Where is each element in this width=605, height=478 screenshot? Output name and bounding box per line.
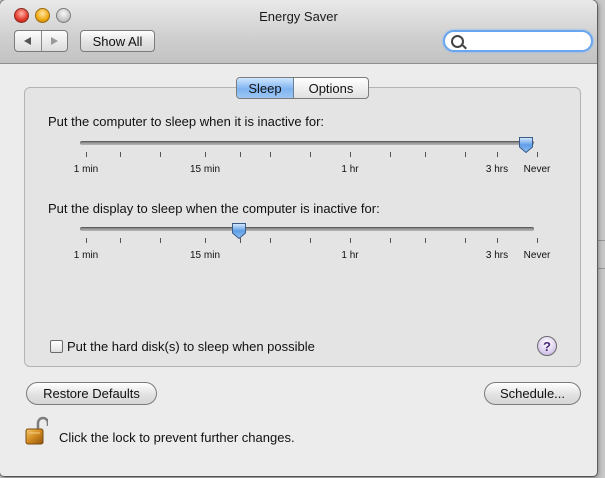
- computer-sleep-tick: [120, 152, 121, 157]
- restore-defaults-button[interactable]: Restore Defaults: [26, 382, 157, 405]
- tab-sleep-label: Sleep: [248, 80, 282, 96]
- padlock-open-icon[interactable]: [24, 416, 50, 446]
- tab-options[interactable]: Options: [294, 78, 368, 98]
- display-sleep-tick: [537, 238, 538, 243]
- computer-sleep-tick-label: 15 min: [189, 164, 221, 175]
- background-window-divider: [597, 240, 605, 241]
- triangle-right-icon: [51, 37, 59, 45]
- computer-sleep-tick: [205, 152, 206, 157]
- display-sleep-tick: [350, 238, 351, 243]
- search-field[interactable]: [443, 30, 593, 52]
- computer-sleep-label: Put the computer to sleep when it is ina…: [48, 114, 325, 129]
- display-sleep-slider-track[interactable]: [80, 227, 534, 231]
- display-sleep-slider-thumb[interactable]: [231, 222, 247, 240]
- computer-sleep-tick: [390, 152, 391, 157]
- computer-sleep-tick: [160, 152, 161, 157]
- search-icon: [451, 35, 464, 48]
- energy-saver-window: Energy Saver Show All Sleep Options Put …: [0, 0, 597, 476]
- computer-sleep-tick: [350, 152, 351, 157]
- lock-message: Click the lock to prevent further change…: [59, 430, 295, 445]
- help-button[interactable]: ?: [537, 336, 557, 356]
- display-sleep-tick-label: 1 hr: [341, 250, 359, 261]
- triangle-left-icon: [23, 37, 31, 45]
- computer-sleep-tick-label: Never: [523, 164, 551, 175]
- computer-sleep-tick: [497, 152, 498, 157]
- display-sleep-label: Put the display to sleep when the comput…: [48, 201, 380, 216]
- tab-control: Sleep Options: [236, 77, 369, 99]
- computer-sleep-tick: [310, 152, 311, 157]
- display-sleep-tick: [425, 238, 426, 243]
- computer-sleep-tick: [537, 152, 538, 157]
- computer-sleep-tick: [86, 152, 87, 157]
- forward-button[interactable]: [40, 31, 68, 51]
- computer-sleep-slider-thumb[interactable]: [518, 136, 534, 154]
- background-window-divider: [597, 268, 605, 269]
- display-sleep-tick: [86, 238, 87, 243]
- display-sleep-tick: [160, 238, 161, 243]
- display-sleep-tick: [120, 238, 121, 243]
- display-sleep-tick: [310, 238, 311, 243]
- schedule-label: Schedule...: [499, 386, 566, 401]
- restore-defaults-label: Restore Defaults: [43, 386, 140, 401]
- window-title: Energy Saver: [259, 9, 338, 24]
- computer-sleep-tick-label: 1 min: [73, 164, 99, 175]
- harddisk-sleep-checkbox[interactable]: [50, 340, 63, 353]
- computer-sleep-slider-track[interactable]: [80, 141, 534, 145]
- back-forward-control: [14, 30, 68, 52]
- computer-sleep-tick: [425, 152, 426, 157]
- display-sleep-tick: [390, 238, 391, 243]
- show-all-button[interactable]: Show All: [80, 30, 155, 52]
- tab-options-label: Options: [308, 80, 354, 96]
- display-sleep-tick: [497, 238, 498, 243]
- computer-sleep-tick-label: 1 hr: [341, 164, 359, 175]
- title-bar: Energy Saver Show All: [0, 0, 597, 64]
- display-sleep-tick-label: Never: [523, 250, 551, 261]
- tab-sleep[interactable]: Sleep: [237, 78, 294, 98]
- computer-sleep-tick: [240, 152, 241, 157]
- display-sleep-tick-label: 1 min: [73, 250, 99, 261]
- back-button[interactable]: [15, 31, 41, 51]
- display-sleep-tick-label: 3 hrs: [485, 250, 509, 261]
- display-sleep-tick: [270, 238, 271, 243]
- harddisk-sleep-label[interactable]: Put the hard disk(s) to sleep when possi…: [67, 339, 315, 354]
- display-sleep-tick: [465, 238, 466, 243]
- display-sleep-tick: [205, 238, 206, 243]
- help-icon: ?: [543, 338, 551, 354]
- computer-sleep-tick: [270, 152, 271, 157]
- display-sleep-tick-label: 15 min: [189, 250, 221, 261]
- computer-sleep-tick-label: 3 hrs: [485, 164, 509, 175]
- computer-sleep-tick: [465, 152, 466, 157]
- show-all-label: Show All: [92, 33, 143, 49]
- schedule-button[interactable]: Schedule...: [484, 382, 581, 405]
